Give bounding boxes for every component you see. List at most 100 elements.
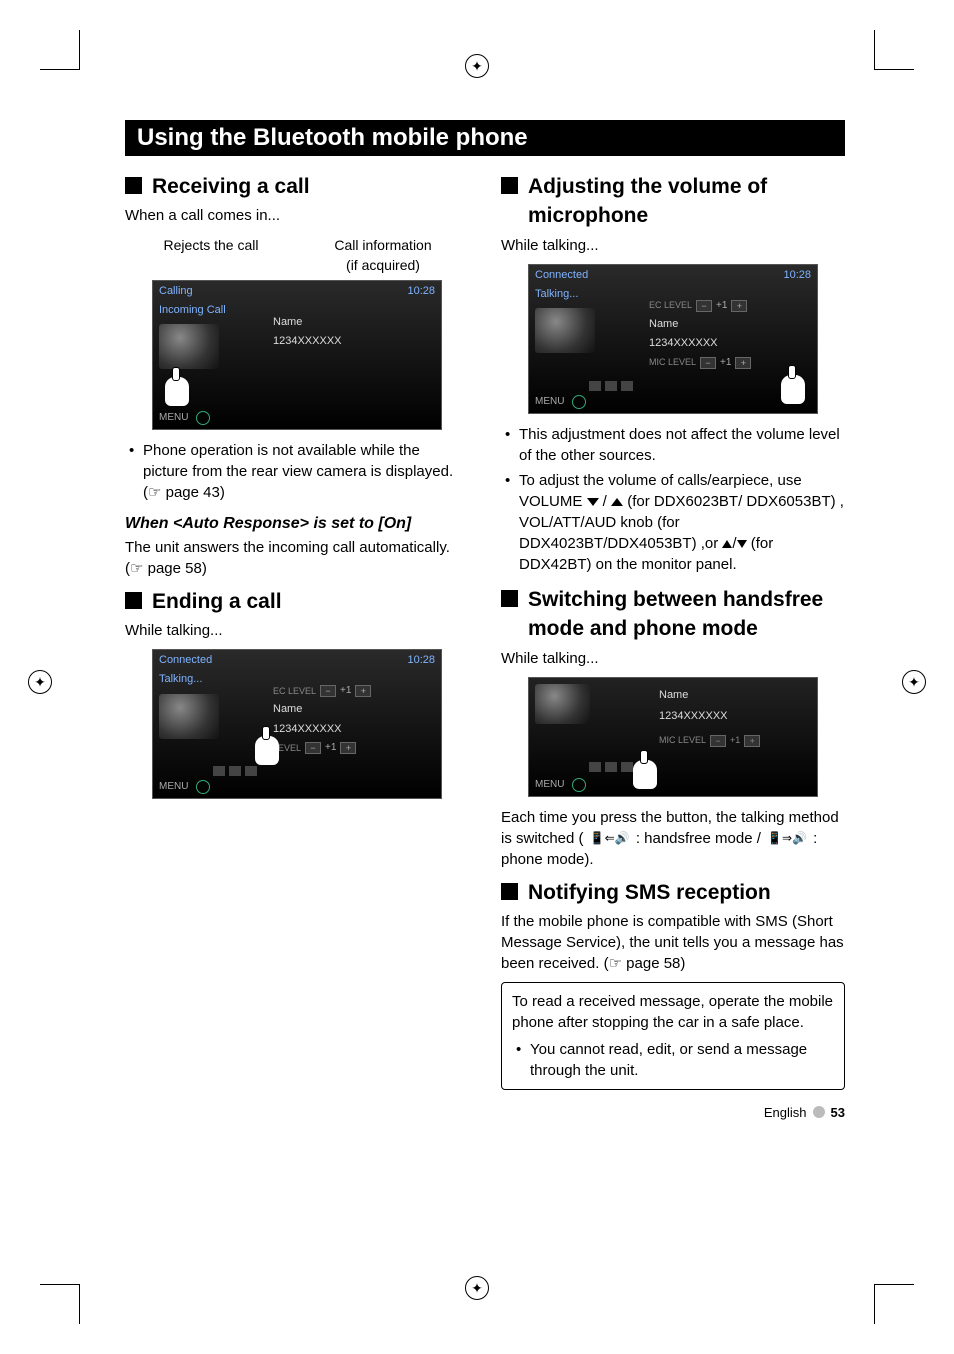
name-label: Name: [273, 315, 302, 330]
registration-mark-left: [28, 670, 52, 694]
menu-label: MENU: [159, 780, 188, 794]
heading-ending-call: Ending a call: [125, 587, 469, 616]
avatar-icon: [159, 324, 219, 369]
subheading-auto-response: When <Auto Response> is set to [On]: [125, 513, 469, 535]
plus-button[interactable]: +: [340, 742, 356, 754]
registration-mark-bottom: [465, 1276, 489, 1300]
clock: 10:28: [783, 268, 811, 283]
heading-text: Notifying SMS reception: [528, 878, 771, 907]
minus-button[interactable]: −: [320, 685, 336, 697]
plus-button[interactable]: +: [731, 300, 747, 312]
square-bullet-icon: [501, 590, 518, 607]
avatar-icon: [159, 694, 219, 739]
square-bullet-icon: [501, 883, 518, 900]
page-footer: English 53: [764, 1105, 845, 1120]
menu-label: MENU: [535, 778, 564, 792]
call-status: Talking...: [159, 672, 264, 687]
name-label: Name: [659, 688, 760, 703]
square-bullet-icon: [125, 592, 142, 609]
phone-number: 1234XXXXXX: [649, 336, 718, 351]
footer-dot-icon: [813, 1106, 825, 1118]
switch-description: Each time you press the button, the talk…: [501, 807, 845, 870]
bullet-phone-op: Phone operation is not available while t…: [143, 440, 469, 503]
ec-value: +1: [716, 299, 727, 313]
bullet-no-affect: This adjustment does not affect the volu…: [519, 424, 845, 466]
intro-receiving: When a call comes in...: [125, 205, 469, 226]
heading-text: Switching between handsfree mode and pho…: [528, 585, 845, 644]
heading-text: Ending a call: [152, 587, 282, 616]
avatar-icon: [535, 308, 595, 353]
plus-button[interactable]: +: [744, 735, 760, 747]
note-bullet: You cannot read, edit, or send a message…: [530, 1039, 834, 1081]
sms-description: If the mobile phone is compatible with S…: [501, 911, 845, 974]
heading-text: Adjusting the volume of microphone: [528, 172, 845, 231]
menu-label: MENU: [159, 411, 188, 425]
bt-status: Connected: [535, 268, 588, 283]
touch-icon: [629, 750, 661, 790]
plus-button[interactable]: +: [735, 357, 751, 369]
auto-response-text: The unit answers the incoming call autom…: [125, 537, 469, 579]
minus-button[interactable]: −: [710, 735, 726, 747]
phone-number: 1234XXXXXX: [273, 334, 342, 349]
avatar-icon: [535, 684, 590, 724]
mode-icons: [213, 766, 257, 776]
intro-ending: While talking...: [125, 620, 469, 641]
name-label: Name: [273, 702, 302, 717]
heading-text: Receiving a call: [152, 172, 310, 201]
crop-mark-br: [874, 1284, 914, 1324]
crop-mark-tl: [40, 30, 80, 70]
volume-up-icon: [611, 498, 623, 506]
page-content: Using the Bluetooth mobile phone Receivi…: [125, 120, 845, 1090]
label-rejects: Rejects the call: [125, 236, 297, 275]
screenshot-switch-mode: Name 1234XXXXXX MIC LEVEL − +1 +: [528, 677, 818, 797]
left-column: Receiving a call When a call comes in...…: [125, 166, 469, 1090]
note-text: To read a received message, operate the …: [512, 991, 834, 1033]
mic-level-label: MIC LEVEL: [659, 734, 706, 747]
bt-status: Connected: [159, 653, 212, 668]
registration-mark-right: [902, 670, 926, 694]
heading-switch-mode: Switching between handsfree mode and pho…: [501, 585, 845, 644]
section-title-bar: Using the Bluetooth mobile phone: [125, 120, 845, 156]
ec-level-label: EC LEVEL: [273, 685, 316, 698]
clock: 10:28: [407, 653, 435, 668]
minus-button[interactable]: −: [305, 742, 321, 754]
plus-button[interactable]: +: [355, 685, 371, 697]
screenshot-incoming-call: Calling 10:28 Incoming Call Name 1234XXX…: [152, 280, 442, 430]
label-callinfo: Call information (if acquired): [297, 236, 469, 275]
handsfree-mode-icon: 📱⇐🔊: [588, 830, 632, 847]
bullet-adjust-volume: To adjust the volume of calls/earpiece, …: [519, 470, 845, 575]
triangle-down-icon: [737, 540, 747, 548]
ec-level-label: EC LEVEL: [649, 299, 692, 312]
crop-mark-tr: [874, 30, 914, 70]
call-status: Talking...: [535, 287, 640, 302]
crop-mark-bl: [40, 1284, 80, 1324]
intro-adjust: While talking...: [501, 235, 845, 256]
minus-button[interactable]: −: [700, 357, 716, 369]
bt-status: Calling: [159, 284, 193, 299]
volume-down-icon: [587, 498, 599, 506]
minus-button[interactable]: −: [696, 300, 712, 312]
right-column: Adjusting the volume of microphone While…: [501, 166, 845, 1090]
screenshot-labels: Rejects the call Call information (if ac…: [125, 236, 469, 275]
ec-value: +1: [340, 684, 351, 698]
clock: 10:28: [407, 284, 435, 299]
touch-icon: [777, 365, 809, 405]
bullet-list: Phone operation is not available while t…: [125, 440, 469, 503]
bullet-list: This adjustment does not affect the volu…: [501, 424, 845, 575]
screenshot-mic-level: Connected 10:28 Talking... EC LEVEL − +1…: [528, 264, 818, 414]
home-circle-icon: [196, 411, 210, 425]
home-circle-icon: [572, 395, 586, 409]
touch-icon: [251, 726, 283, 766]
menu-label: MENU: [535, 395, 564, 409]
triangle-up-icon: [722, 540, 732, 548]
mic-value: +1: [720, 356, 731, 370]
screenshot-talking-end: Connected 10:28 Talking... EC LEVEL − +1…: [152, 649, 442, 799]
home-circle-icon: [572, 778, 586, 792]
home-circle-icon: [196, 780, 210, 794]
touch-icon: [161, 367, 193, 407]
call-status: Incoming Call: [159, 303, 264, 318]
level-value: +1: [325, 741, 336, 755]
heading-receiving-call: Receiving a call: [125, 172, 469, 201]
mode-icons: [589, 762, 633, 772]
mic-value: +1: [730, 734, 740, 747]
